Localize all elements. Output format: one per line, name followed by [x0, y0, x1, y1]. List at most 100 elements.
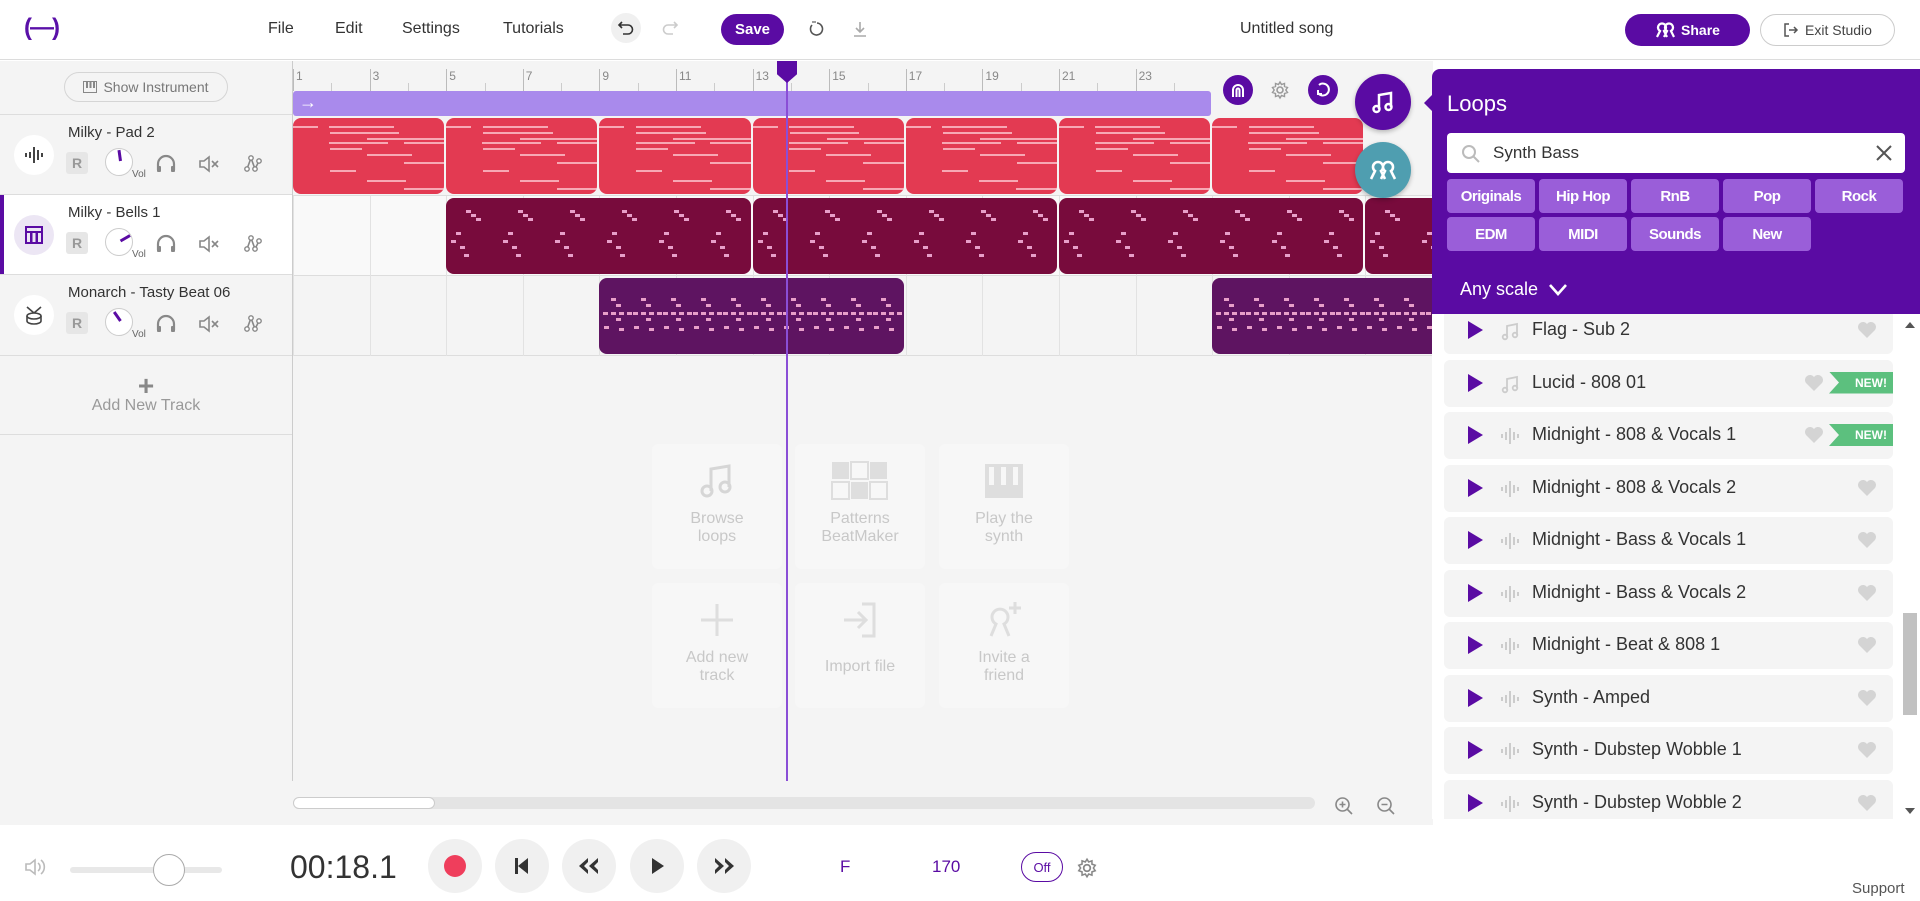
menu-settings[interactable]: Settings: [402, 20, 460, 38]
audio-clip[interactable]: [293, 118, 445, 194]
record-button[interactable]: [428, 839, 482, 893]
playhead-line[interactable]: [786, 61, 788, 781]
patterns-beatmaker-tile[interactable]: Patterns BeatMaker: [795, 444, 925, 569]
loops-search-input[interactable]: [1493, 141, 1853, 165]
favorite-button[interactable]: [1857, 321, 1877, 344]
exit-studio-button[interactable]: Exit Studio: [1760, 14, 1895, 46]
support-link[interactable]: Support: [1852, 880, 1905, 897]
loop-list-item[interactable]: Midnight - 808 & Vocals 2: [1444, 464, 1893, 512]
solo-button[interactable]: [154, 232, 178, 256]
play-preview-icon[interactable]: [1468, 793, 1483, 812]
browse-loops-tile[interactable]: Browse loops: [652, 444, 782, 569]
audio-clip[interactable]: [1212, 118, 1364, 194]
genre-chip[interactable]: Sounds: [1631, 217, 1719, 251]
track-lane[interactable]: [293, 196, 1433, 276]
app-logo[interactable]: (—): [24, 14, 64, 44]
favorite-button[interactable]: [1857, 531, 1877, 554]
mute-button[interactable]: [197, 152, 221, 176]
scroll-up-arrow[interactable]: [1905, 322, 1915, 328]
heart-icon[interactable]: [1857, 531, 1877, 549]
favorite-button[interactable]: [1804, 426, 1824, 449]
timeline-settings-button[interactable]: [1265, 75, 1295, 105]
play-preview-icon[interactable]: [1468, 741, 1483, 759]
revert-button[interactable]: [803, 15, 831, 43]
menu-file[interactable]: File: [268, 20, 294, 38]
loops-vertical-scrollbar[interactable]: [1900, 318, 1918, 818]
key-selector[interactable]: F: [840, 857, 850, 877]
track-icon-button[interactable]: [14, 215, 54, 255]
track-name[interactable]: Monarch - Tasty Beat 06: [68, 284, 230, 301]
clear-search-icon[interactable]: [1875, 144, 1893, 162]
favorite-button[interactable]: [1857, 794, 1877, 817]
loop-list-item[interactable]: Synth - Dubstep Wobble 2: [1444, 779, 1893, 819]
volume-knob[interactable]: [105, 228, 133, 256]
track-name[interactable]: Milky - Pad 2: [68, 124, 155, 141]
genre-chip[interactable]: RnB: [1631, 179, 1719, 213]
track-icon-button[interactable]: [14, 135, 54, 175]
loops-search-box[interactable]: [1447, 133, 1905, 173]
play-synth-tile[interactable]: Play the synth: [939, 444, 1069, 569]
genre-chip[interactable]: Hip Hop: [1539, 179, 1627, 213]
loop-list-item[interactable]: Midnight - Bass & Vocals 2: [1444, 569, 1893, 617]
audio-clip[interactable]: [599, 118, 751, 194]
loop-list-item[interactable]: Midnight - Bass & Vocals 1: [1444, 517, 1893, 564]
timeline[interactable]: 1 3 5 7 9 11 13 15 17 19 21 23 → Browse loops Patte…: [293, 61, 1433, 781]
loop-list-item[interactable]: Midnight - 808 & Vocals 1 NEW!: [1444, 412, 1893, 459]
automation-button[interactable]: [241, 152, 265, 176]
track-icon-button[interactable]: [14, 295, 54, 335]
fast-forward-button[interactable]: [697, 839, 751, 893]
track-header[interactable]: Monarch - Tasty Beat 06 R Vol: [0, 274, 292, 354]
magnet-snap-button[interactable]: [1223, 75, 1253, 105]
add-new-track-button[interactable]: + Add New Track: [0, 355, 292, 435]
favorite-button[interactable]: [1857, 689, 1877, 712]
master-volume-slider[interactable]: [70, 854, 222, 886]
play-button[interactable]: [630, 839, 684, 893]
heart-icon[interactable]: [1804, 374, 1824, 392]
add-new-track-tile[interactable]: Add new track: [652, 583, 782, 708]
loop-list-item[interactable]: Lucid - 808 01 NEW!: [1444, 359, 1893, 407]
bar-ruler[interactable]: 1 3 5 7 9 11 13 15 17 19 21 23: [293, 61, 1433, 91]
metronome-toggle[interactable]: Off: [1021, 852, 1063, 882]
loop-list-item[interactable]: Synth - Amped: [1444, 674, 1893, 722]
track-lane[interactable]: [293, 276, 1433, 356]
audio-clip[interactable]: [1059, 118, 1211, 194]
play-preview-icon[interactable]: [1468, 636, 1483, 654]
rewind-button[interactable]: [562, 839, 616, 893]
play-preview-icon[interactable]: [1468, 426, 1483, 444]
mute-button[interactable]: [197, 312, 221, 336]
horizontal-scrollbar[interactable]: [293, 797, 1315, 809]
genre-chip[interactable]: EDM: [1447, 217, 1535, 251]
heart-icon[interactable]: [1857, 689, 1877, 707]
scroll-down-arrow[interactable]: [1905, 808, 1915, 814]
track-header[interactable]: Milky - Bells 1 R Vol: [0, 194, 292, 275]
undo-button[interactable]: [611, 13, 641, 43]
zoom-out-button[interactable]: [1374, 794, 1398, 818]
record-arm-button[interactable]: R: [66, 152, 88, 174]
audio-clip[interactable]: [446, 118, 598, 194]
record-arm-button[interactable]: R: [66, 232, 88, 254]
audio-clip[interactable]: [752, 118, 904, 194]
import-file-tile[interactable]: Import file: [795, 583, 925, 708]
favorite-button[interactable]: [1857, 741, 1877, 764]
menu-edit[interactable]: Edit: [335, 20, 363, 38]
heart-icon[interactable]: [1857, 636, 1877, 654]
master-volume-thumb[interactable]: [152, 854, 185, 886]
genre-chip[interactable]: MIDI: [1539, 217, 1627, 251]
solo-button[interactable]: [154, 152, 178, 176]
show-instrument-button[interactable]: Show Instrument: [64, 72, 228, 102]
volume-knob[interactable]: [105, 308, 133, 336]
automation-button[interactable]: [241, 312, 265, 336]
volume-knob[interactable]: [105, 148, 133, 176]
heart-icon[interactable]: [1857, 741, 1877, 759]
horizontal-scrollbar-thumb[interactable]: [293, 797, 435, 809]
loop-list-item[interactable]: Flag - Sub 2: [1444, 314, 1893, 354]
loop-list-item[interactable]: Synth - Dubstep Wobble 1: [1444, 727, 1893, 774]
play-preview-icon[interactable]: [1468, 478, 1483, 497]
play-preview-icon[interactable]: [1468, 583, 1483, 602]
audio-clip[interactable]: [905, 118, 1057, 194]
loop-list-item[interactable]: Midnight - Beat & 808 1: [1444, 622, 1893, 669]
song-title[interactable]: Untitled song: [1240, 20, 1333, 38]
audio-clip[interactable]: [752, 198, 1057, 274]
loops-browser-button[interactable]: [1355, 74, 1411, 130]
play-preview-icon[interactable]: [1468, 373, 1483, 392]
